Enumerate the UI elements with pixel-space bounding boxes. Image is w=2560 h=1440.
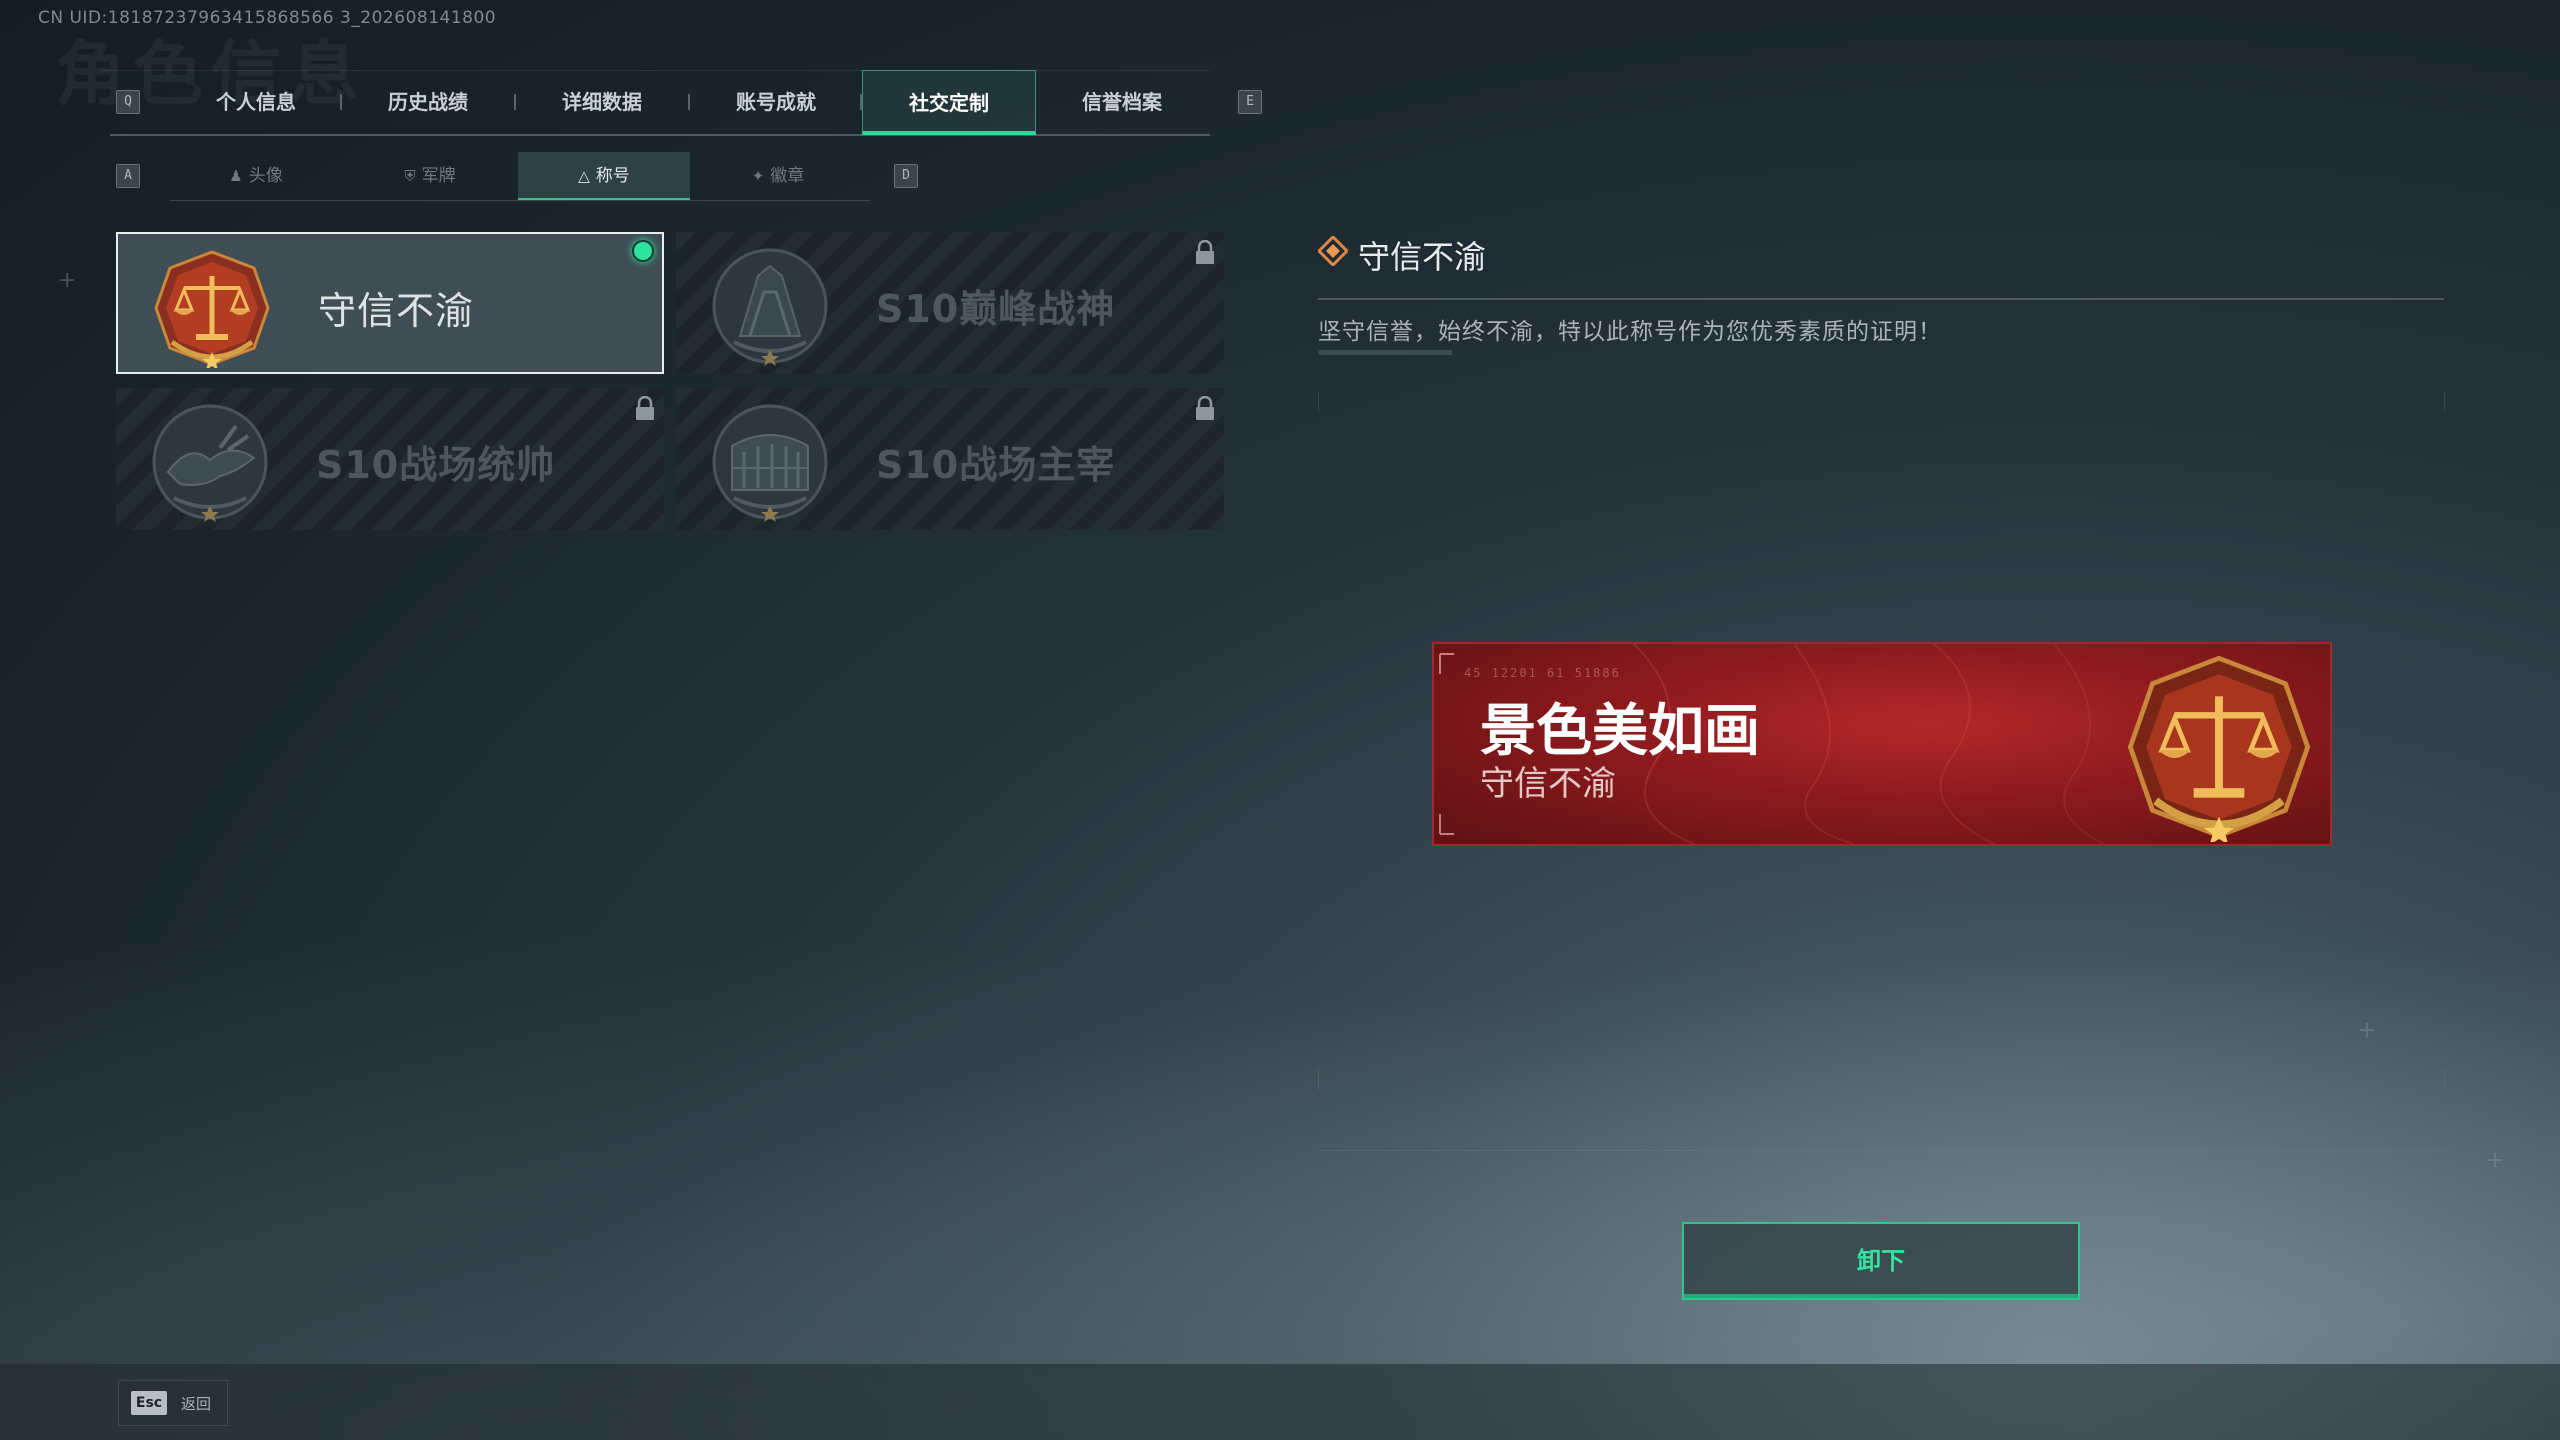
footer-bar	[0, 1364, 2560, 1440]
lock-icon	[636, 396, 654, 420]
diamond-icon	[1318, 236, 1348, 266]
subtab-avatar[interactable]: ♟ 头像	[170, 152, 342, 200]
title-card-commander[interactable]: S10战场统帅	[116, 388, 664, 530]
banner-title-name: 守信不渝	[1480, 764, 1616, 804]
title-card-peak[interactable]: S10巅峰战神	[676, 232, 1224, 374]
detail-title: 守信不渝	[1358, 238, 1487, 276]
title-card-name: 守信不渝	[318, 289, 475, 333]
subtab-badge[interactable]: ✦ 徽章	[692, 152, 864, 200]
person-icon: ♟	[229, 167, 243, 185]
shield-icon: ⛨	[404, 167, 416, 185]
title-banner-preview: 45 12201 61 51886 景色美如画 守信不渝	[1432, 642, 2332, 846]
title-card-name: S10巅峰战神	[876, 287, 1116, 331]
subtab-avatar-label: 头像	[248, 166, 283, 186]
title-card-name: S10战场主宰	[876, 443, 1116, 487]
prev-tab-key[interactable]: Q	[116, 90, 140, 114]
crosshair-decor: +	[2358, 1018, 2377, 1043]
colosseum-emblem-icon	[712, 404, 828, 522]
esc-key: Esc	[131, 1391, 167, 1415]
banner-player-name: 景色美如画	[1480, 699, 1760, 764]
tab-achievements[interactable]: 账号成就	[690, 70, 862, 134]
detail-divider	[1318, 298, 2444, 300]
title-card-name: S10战场统帅	[316, 443, 556, 487]
triangle-icon: △	[578, 167, 590, 185]
subtab-dogtag-label: 军牌	[421, 166, 456, 186]
tab-social-custom[interactable]: 社交定制	[862, 70, 1036, 135]
frame-corner	[2444, 392, 2445, 412]
title-card-shouxin[interactable]: 守信不渝	[116, 232, 664, 374]
frame-corner	[1318, 392, 1319, 412]
subtab-dogtag[interactable]: ⛨ 军牌	[344, 152, 516, 200]
title-card-overlord[interactable]: S10战场主宰	[676, 388, 1224, 530]
unequip-button[interactable]: 卸下	[1682, 1222, 2080, 1300]
detail-decor-bar	[1318, 350, 1452, 355]
prev-subtab-key[interactable]: A	[116, 164, 140, 188]
next-subtab-key[interactable]: D	[894, 164, 918, 188]
scales-emblem-large-icon	[2127, 655, 2311, 842]
wings-icon: ✦	[751, 167, 765, 185]
crosshair-decor: +	[2486, 1148, 2505, 1173]
back-label: 返回	[181, 1395, 212, 1413]
frame-corner	[1318, 1070, 1319, 1090]
detail-description: 坚守信誉，始终不渝，特以此称号作为您优秀素质的证明！	[1318, 319, 1942, 345]
tab-personal-info[interactable]: 个人信息	[170, 70, 342, 134]
background-fog	[0, 840, 2560, 1440]
lock-icon	[1196, 240, 1214, 264]
scales-emblem-icon	[154, 250, 270, 368]
equipped-indicator	[632, 240, 654, 262]
subtab-title[interactable]: △ 称号	[518, 152, 690, 200]
frame-corner	[2444, 1070, 2445, 1090]
banner-code-deco: 45 12201 61 51886	[1464, 666, 1621, 680]
lock-icon	[1196, 396, 1214, 420]
beast-emblem-icon	[152, 404, 268, 522]
tab-detailed-data[interactable]: 详细数据	[516, 70, 688, 134]
frame-line	[1318, 1150, 2444, 1151]
next-tab-key[interactable]: E	[1238, 90, 1262, 114]
back-button[interactable]: Esc 返回	[118, 1380, 228, 1426]
tab-history[interactable]: 历史战绩	[342, 70, 514, 134]
subtab-badge-label: 徽章	[770, 166, 805, 186]
subtab-title-label: 称号	[595, 166, 630, 186]
peak-emblem-icon	[712, 248, 828, 366]
crosshair-decor: +	[58, 268, 77, 293]
tab-reputation[interactable]: 信誉档案	[1036, 70, 1208, 134]
